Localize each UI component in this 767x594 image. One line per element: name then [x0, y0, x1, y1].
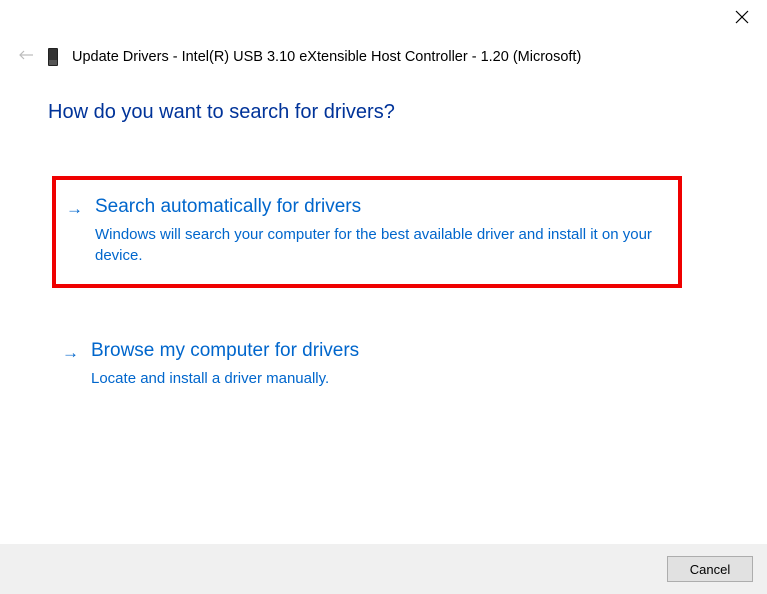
page-title: Update Drivers - Intel(R) USB 3.10 eXten…	[72, 49, 581, 65]
options-list: → Search automatically for drivers Windo…	[52, 176, 767, 407]
option-description: Locate and install a driver manually.	[91, 368, 662, 389]
back-button	[18, 48, 34, 66]
option-browse-computer[interactable]: → Browse my computer for drivers Locate …	[52, 324, 682, 407]
device-icon	[48, 48, 58, 66]
option-content: Search automatically for drivers Windows…	[95, 196, 658, 266]
cancel-button[interactable]: Cancel	[667, 556, 753, 582]
option-content: Browse my computer for drivers Locate an…	[91, 340, 662, 389]
back-arrow-icon	[18, 49, 34, 61]
option-title: Search automatically for drivers	[95, 196, 658, 218]
header-row: Update Drivers - Intel(R) USB 3.10 eXten…	[0, 0, 767, 66]
close-icon	[735, 10, 749, 24]
option-title: Browse my computer for drivers	[91, 340, 662, 362]
footer-bar: Cancel	[0, 544, 767, 594]
arrow-right-icon: →	[62, 343, 79, 363]
main-heading: How do you want to search for drivers?	[48, 101, 767, 124]
option-description: Windows will search your computer for th…	[95, 224, 658, 266]
arrow-right-icon: →	[66, 199, 83, 219]
option-search-automatically[interactable]: → Search automatically for drivers Windo…	[52, 176, 682, 288]
close-button[interactable]	[735, 10, 749, 28]
